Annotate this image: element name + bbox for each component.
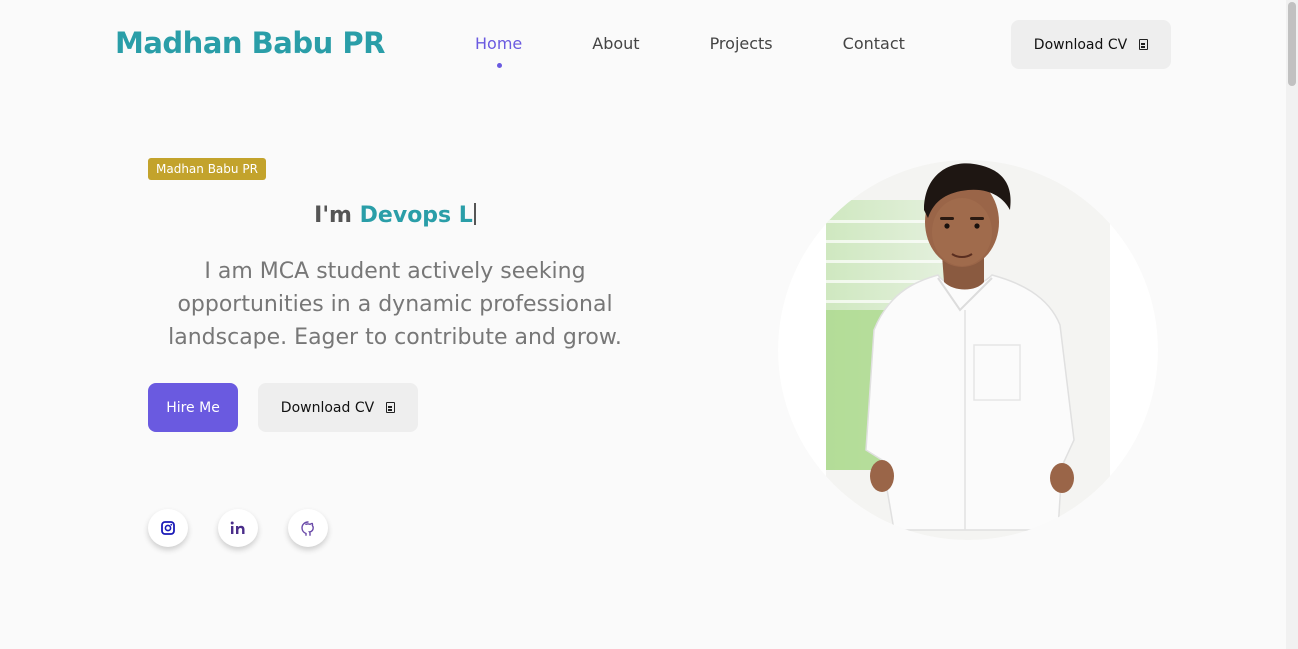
github-icon: [301, 520, 314, 536]
active-indicator-dot: [496, 63, 502, 68]
role-heading: I'm Devops L: [148, 203, 642, 228]
linkedin-icon: [230, 521, 245, 534]
name-badge: Madhan Babu PR: [148, 158, 266, 180]
profile-photo-illustration: [778, 160, 1158, 540]
download-cv-button[interactable]: Download CV: [258, 383, 418, 432]
role-typed-text: Devops L: [359, 203, 473, 228]
brand-logo[interactable]: Madhan Babu PR: [115, 26, 385, 60]
profile-photo: [778, 160, 1158, 540]
nav-link-label: About: [592, 34, 640, 53]
nav-link-about[interactable]: About: [592, 34, 639, 53]
instagram-link[interactable]: [148, 509, 188, 547]
intro-text: I am MCA student actively seeking opport…: [168, 259, 622, 350]
navbar: Madhan Babu PR Home About Projects Conta…: [0, 0, 1298, 90]
document-icon: [1139, 39, 1149, 50]
nav-link-contact[interactable]: Contact: [843, 34, 905, 53]
download-cv-button-header[interactable]: Download CV: [1011, 20, 1171, 69]
typing-cursor: [473, 203, 476, 225]
download-cv-label: Download CV: [1033, 36, 1128, 53]
nav-link-label: Contact: [842, 34, 905, 53]
hire-me-button[interactable]: Hire Me: [148, 383, 238, 432]
vertical-scrollbar[interactable]: [1286, 0, 1298, 649]
nav-link-label: Projects: [709, 34, 773, 53]
github-link[interactable]: [288, 509, 328, 547]
document-icon: [386, 402, 396, 413]
hire-me-label: Hire Me: [166, 399, 220, 416]
instagram-icon: [161, 521, 175, 535]
role-prefix: I'm: [314, 203, 352, 228]
nav-links: Home About Projects Contact: [450, 34, 905, 68]
linkedin-link[interactable]: [218, 509, 258, 547]
scrollbar-thumb[interactable]: [1288, 2, 1296, 86]
nav-link-home[interactable]: Home: [475, 34, 523, 68]
nav-link-label: Home: [475, 34, 523, 53]
download-cv-label: Download CV: [280, 399, 375, 416]
nav-link-projects[interactable]: Projects: [710, 34, 773, 53]
